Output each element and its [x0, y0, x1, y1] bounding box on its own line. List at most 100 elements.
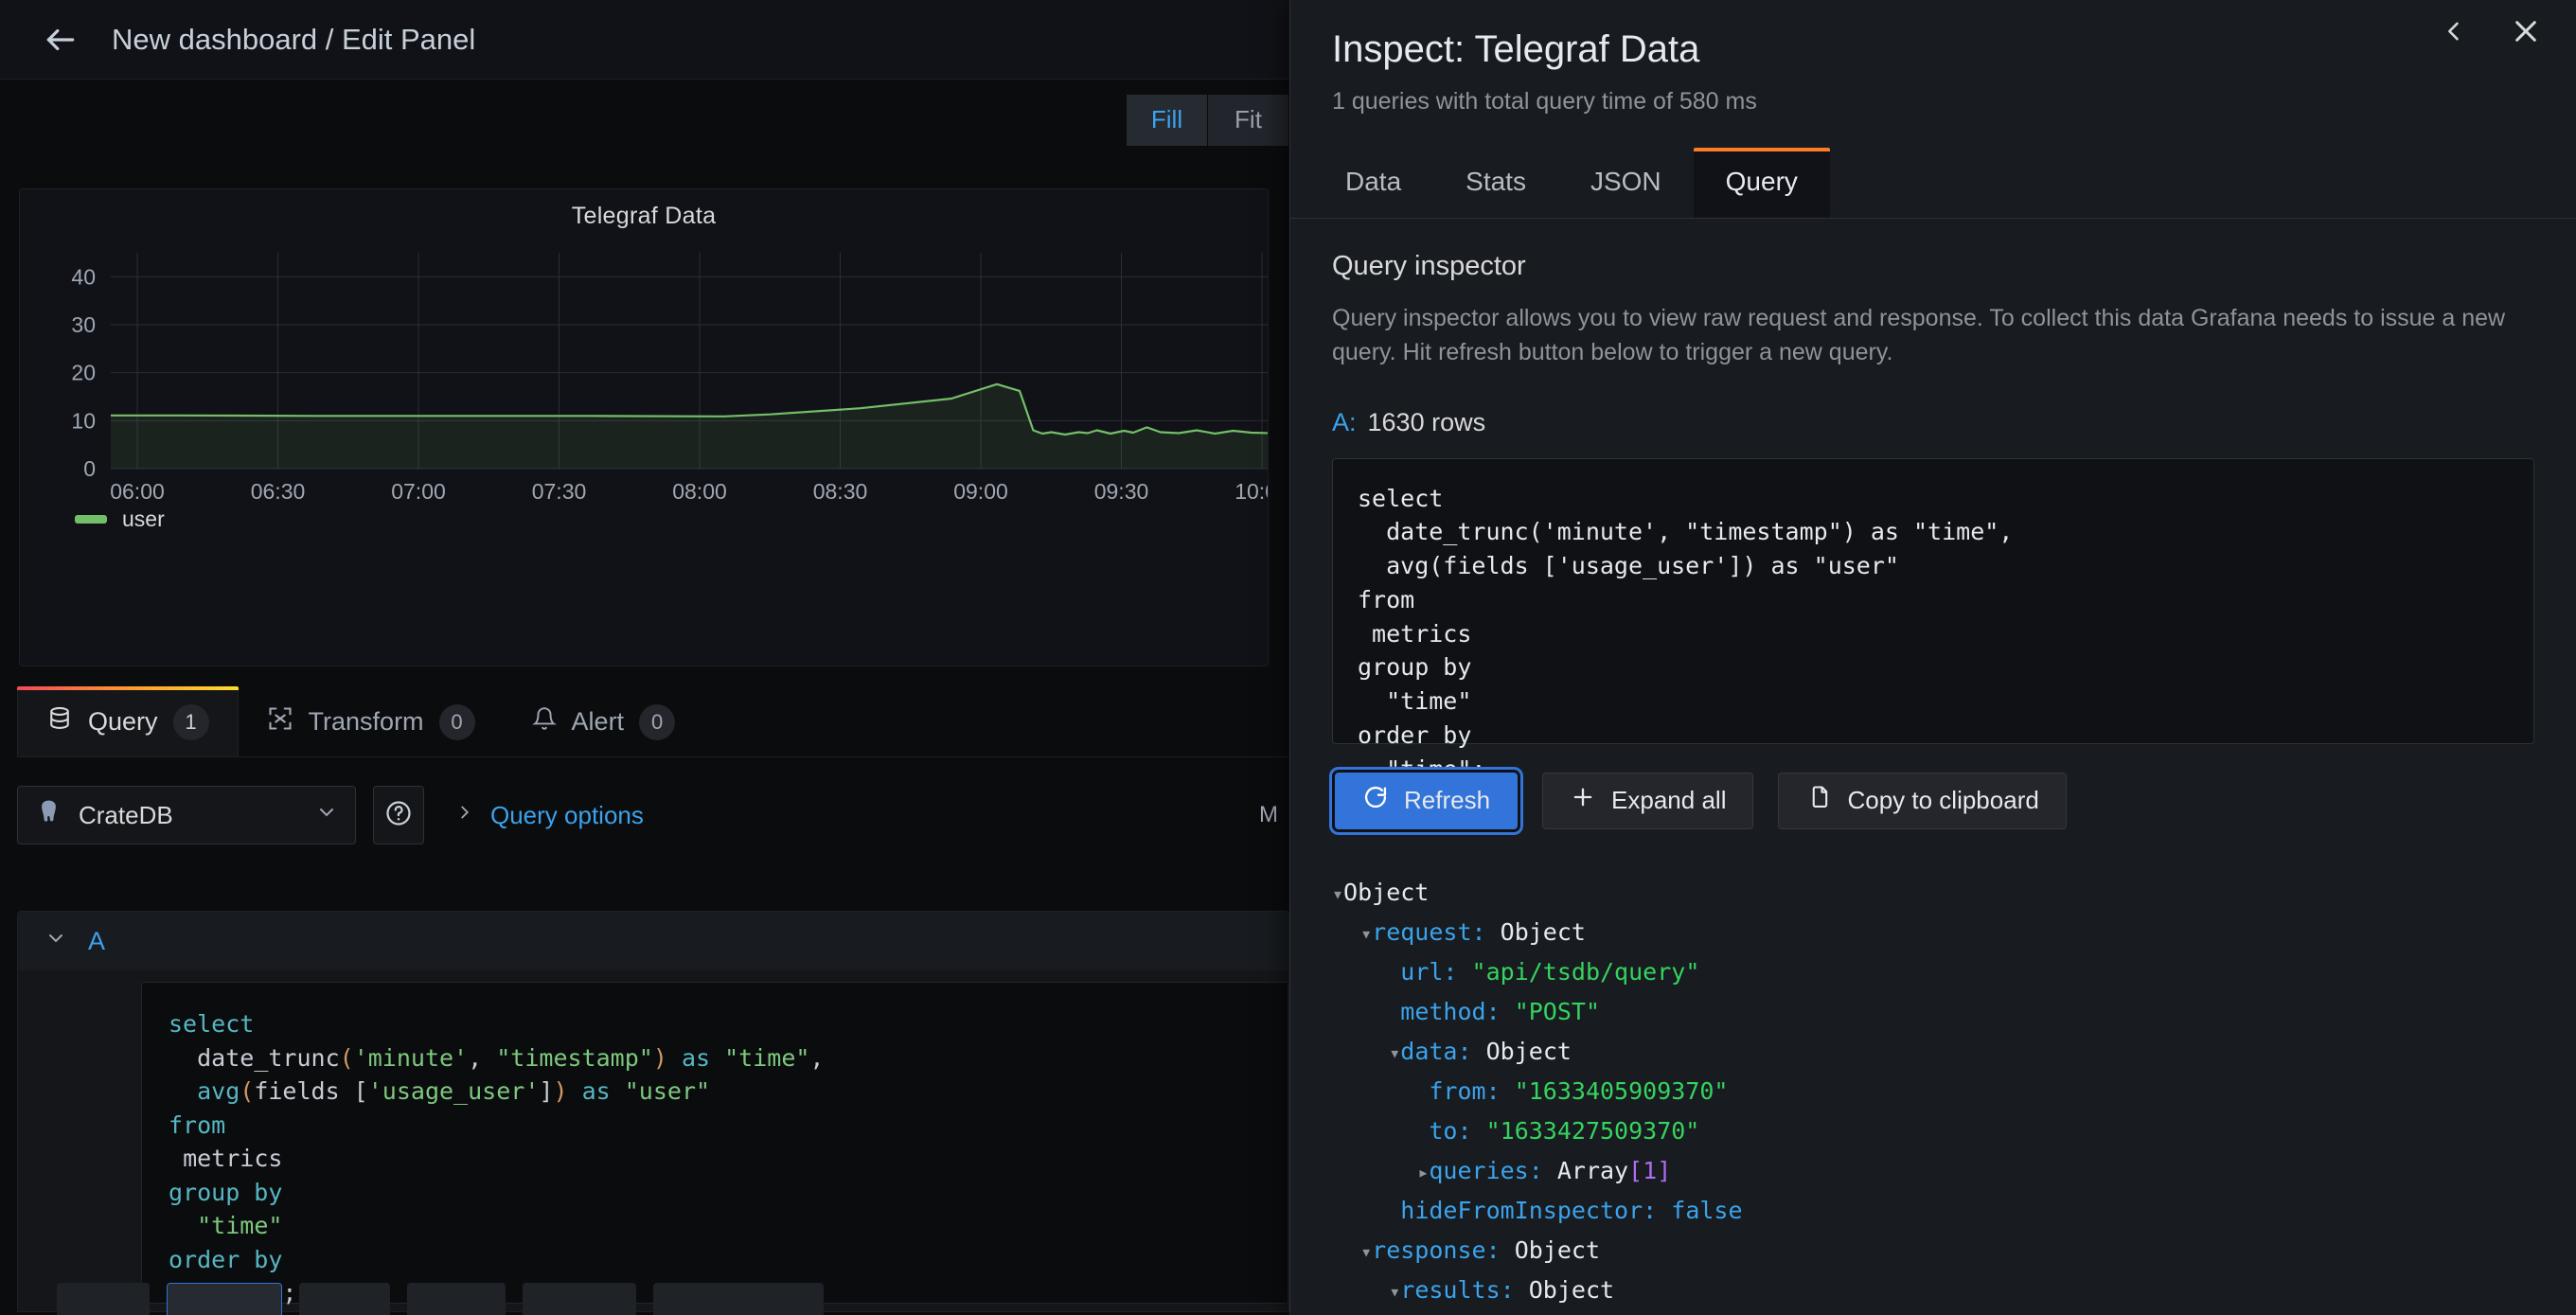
- copy-to-clipboard-button[interactable]: Copy to clipboard: [1778, 772, 2067, 829]
- sql-editor-text: select date_trunc('minute', "timestamp")…: [169, 1010, 825, 1306]
- drawer-header-actions: [2432, 9, 2548, 53]
- chevron-left-icon[interactable]: [2432, 9, 2476, 53]
- x-axis-tick: 08:00: [672, 479, 727, 504]
- x-axis-tick: 06:30: [251, 479, 306, 504]
- action-button-6[interactable]: [653, 1283, 824, 1315]
- x-axis-tick: 10:00: [1235, 479, 1269, 504]
- transform-icon: [267, 705, 293, 738]
- panel-title: Telegraf Data: [571, 203, 717, 229]
- tree-collapse-arrow[interactable]: ▾: [1389, 1280, 1400, 1303]
- x-axis-tick: 09:00: [953, 479, 1008, 504]
- action-button-5[interactable]: [523, 1283, 636, 1315]
- json-tree-row[interactable]: ▾results: Object: [1332, 1271, 2534, 1310]
- tree-collapse-arrow[interactable]: ▾: [1332, 882, 1343, 905]
- tree-collapse-arrow[interactable]: ▾: [1389, 1041, 1400, 1064]
- y-axis-tick: 30: [71, 312, 96, 337]
- legend-item-label[interactable]: user: [122, 506, 165, 532]
- tab-query-badge: 1: [172, 703, 209, 740]
- series-area: [111, 383, 1268, 469]
- query-editor-row: A select date_trunc('minute', "timestamp…: [17, 911, 1289, 1312]
- datasource-name: CrateDB: [79, 800, 173, 829]
- expand-all-button[interactable]: Expand all: [1542, 772, 1754, 829]
- query-row-action-buttons: [57, 1283, 824, 1315]
- inspector-action-buttons: Refresh Expand all Copy to clipboard: [1332, 772, 2534, 829]
- datasource-row: CrateDB Query options M: [17, 786, 1289, 844]
- tab-query[interactable]: Query: [1693, 148, 1831, 218]
- action-button-3[interactable]: [299, 1283, 390, 1315]
- query-options-meta: M: [1259, 802, 1278, 827]
- refresh-icon: [1362, 784, 1389, 817]
- page-title: New dashboard / Edit Panel: [112, 22, 476, 56]
- tab-query[interactable]: Query 1: [17, 686, 239, 756]
- x-axis-tick: 06:00: [110, 479, 165, 504]
- arrow-left-icon[interactable]: [36, 15, 85, 64]
- tree-collapse-arrow[interactable]: ▾: [1360, 922, 1372, 945]
- inspect-drawer: Inspect: Telegraf Data 1 queries with to…: [1289, 0, 2576, 1315]
- json-tree-row[interactable]: ▾response: Object: [1332, 1231, 2534, 1271]
- copy-icon: [1805, 784, 1832, 817]
- close-icon[interactable]: [2504, 9, 2548, 53]
- x-axis-tick: 07:30: [532, 479, 587, 504]
- segment-fit[interactable]: Fit: [1208, 94, 1289, 146]
- segment-fill[interactable]: Fill: [1127, 94, 1208, 146]
- json-response-tree[interactable]: ▾Object ▾request: Object url: "api/tsdb/…: [1332, 873, 2534, 1315]
- tab-data[interactable]: Data: [1313, 148, 1433, 218]
- time-series-chart[interactable]: 0 10 20 30 40 06:00 06:30 07:00 07:30 08:00 08:30 0…: [20, 230, 1269, 628]
- copy-to-clipboard-label: Copy to clipboard: [1847, 786, 2039, 814]
- tab-alert[interactable]: Alert 0: [504, 687, 704, 756]
- tab-query-label: Query: [88, 707, 158, 736]
- tab-transform[interactable]: Transform 0: [239, 687, 504, 756]
- tab-stats[interactable]: Stats: [1433, 148, 1558, 218]
- y-axis-tick: 20: [71, 361, 96, 385]
- question-circle-icon: [384, 799, 413, 832]
- json-tree-row[interactable]: url: "api/tsdb/query": [1332, 952, 2534, 992]
- postgres-elephant-icon: [35, 798, 63, 833]
- chevron-down-icon[interactable]: [315, 801, 338, 829]
- json-tree-row[interactable]: ▸queries: Array[1]: [1332, 1151, 2534, 1191]
- dashboard-edit-pane: New dashboard / Edit Panel Fill Fit Tele…: [0, 0, 1289, 1315]
- action-button-2[interactable]: [167, 1283, 282, 1315]
- datasource-picker[interactable]: CrateDB: [17, 786, 356, 844]
- query-options-toggle[interactable]: Query options: [454, 801, 644, 830]
- json-tree-row[interactable]: ▾Object: [1332, 873, 2534, 913]
- edit-pane-tabs: Query 1 Transform 0 Alert 0: [17, 686, 1289, 757]
- tree-collapse-arrow[interactable]: ▾: [1360, 1240, 1372, 1263]
- chevron-down-icon[interactable]: [44, 927, 67, 955]
- inspect-drawer-header: Inspect: Telegraf Data 1 queries with to…: [1290, 0, 2576, 116]
- query-ref-id: A: [88, 926, 106, 955]
- query-options-label: Query options: [490, 800, 644, 829]
- query-row-header[interactable]: A: [18, 912, 1288, 970]
- datasource-help-button[interactable]: [373, 786, 424, 844]
- action-button-1[interactable]: [57, 1283, 150, 1315]
- sql-code-editor[interactable]: select date_trunc('minute', "timestamp")…: [141, 982, 1288, 1306]
- inspect-tabs: Data Stats JSON Query: [1290, 148, 2576, 219]
- panel-toolbar: Fill Fit: [0, 80, 1289, 160]
- top-navbar: New dashboard / Edit Panel: [0, 0, 1289, 80]
- json-tree-row[interactable]: ▾request: Object: [1332, 913, 2534, 952]
- json-tree-row[interactable]: from: "1633405909370": [1332, 1072, 2534, 1111]
- json-tree-row[interactable]: method: "POST": [1332, 992, 2534, 1032]
- x-axis-tick: 08:30: [813, 479, 868, 504]
- x-axis-tick: 07:00: [391, 479, 446, 504]
- query-inspector-heading: Query inspector: [1332, 251, 1526, 281]
- json-tree-row[interactable]: hideFromInspector: false: [1332, 1191, 2534, 1231]
- query-ref-label: A:: [1332, 407, 1357, 436]
- refresh-button-label: Refresh: [1404, 786, 1491, 814]
- query-rows-count: 1630 rows: [1367, 407, 1486, 436]
- bell-icon: [531, 706, 557, 737]
- tab-json[interactable]: JSON: [1558, 148, 1694, 218]
- action-button-4[interactable]: [407, 1283, 506, 1315]
- json-tree-row[interactable]: ▸A: Object: [1332, 1310, 2534, 1315]
- chart-legend: user: [20, 506, 165, 532]
- query-rows-line: A: 1630 rows: [1332, 408, 2534, 437]
- tab-alert-label: Alert: [571, 707, 625, 736]
- inspect-subtitle: 1 queries with total query time of 580 m…: [1332, 88, 1757, 115]
- visualization-panel[interactable]: Telegraf Data 0 10 20 30 40 06:00 06:30 07:00 07…: [19, 188, 1269, 666]
- json-tree-row[interactable]: ▾data: Object: [1332, 1032, 2534, 1072]
- refresh-button[interactable]: Refresh: [1335, 772, 1519, 829]
- database-icon: [46, 705, 73, 738]
- y-axis-tick: 10: [71, 408, 96, 433]
- json-tree-row[interactable]: to: "1633427509370": [1332, 1111, 2534, 1151]
- expand-all-label: Expand all: [1611, 786, 1727, 814]
- tree-expand-arrow[interactable]: ▸: [1417, 1161, 1429, 1183]
